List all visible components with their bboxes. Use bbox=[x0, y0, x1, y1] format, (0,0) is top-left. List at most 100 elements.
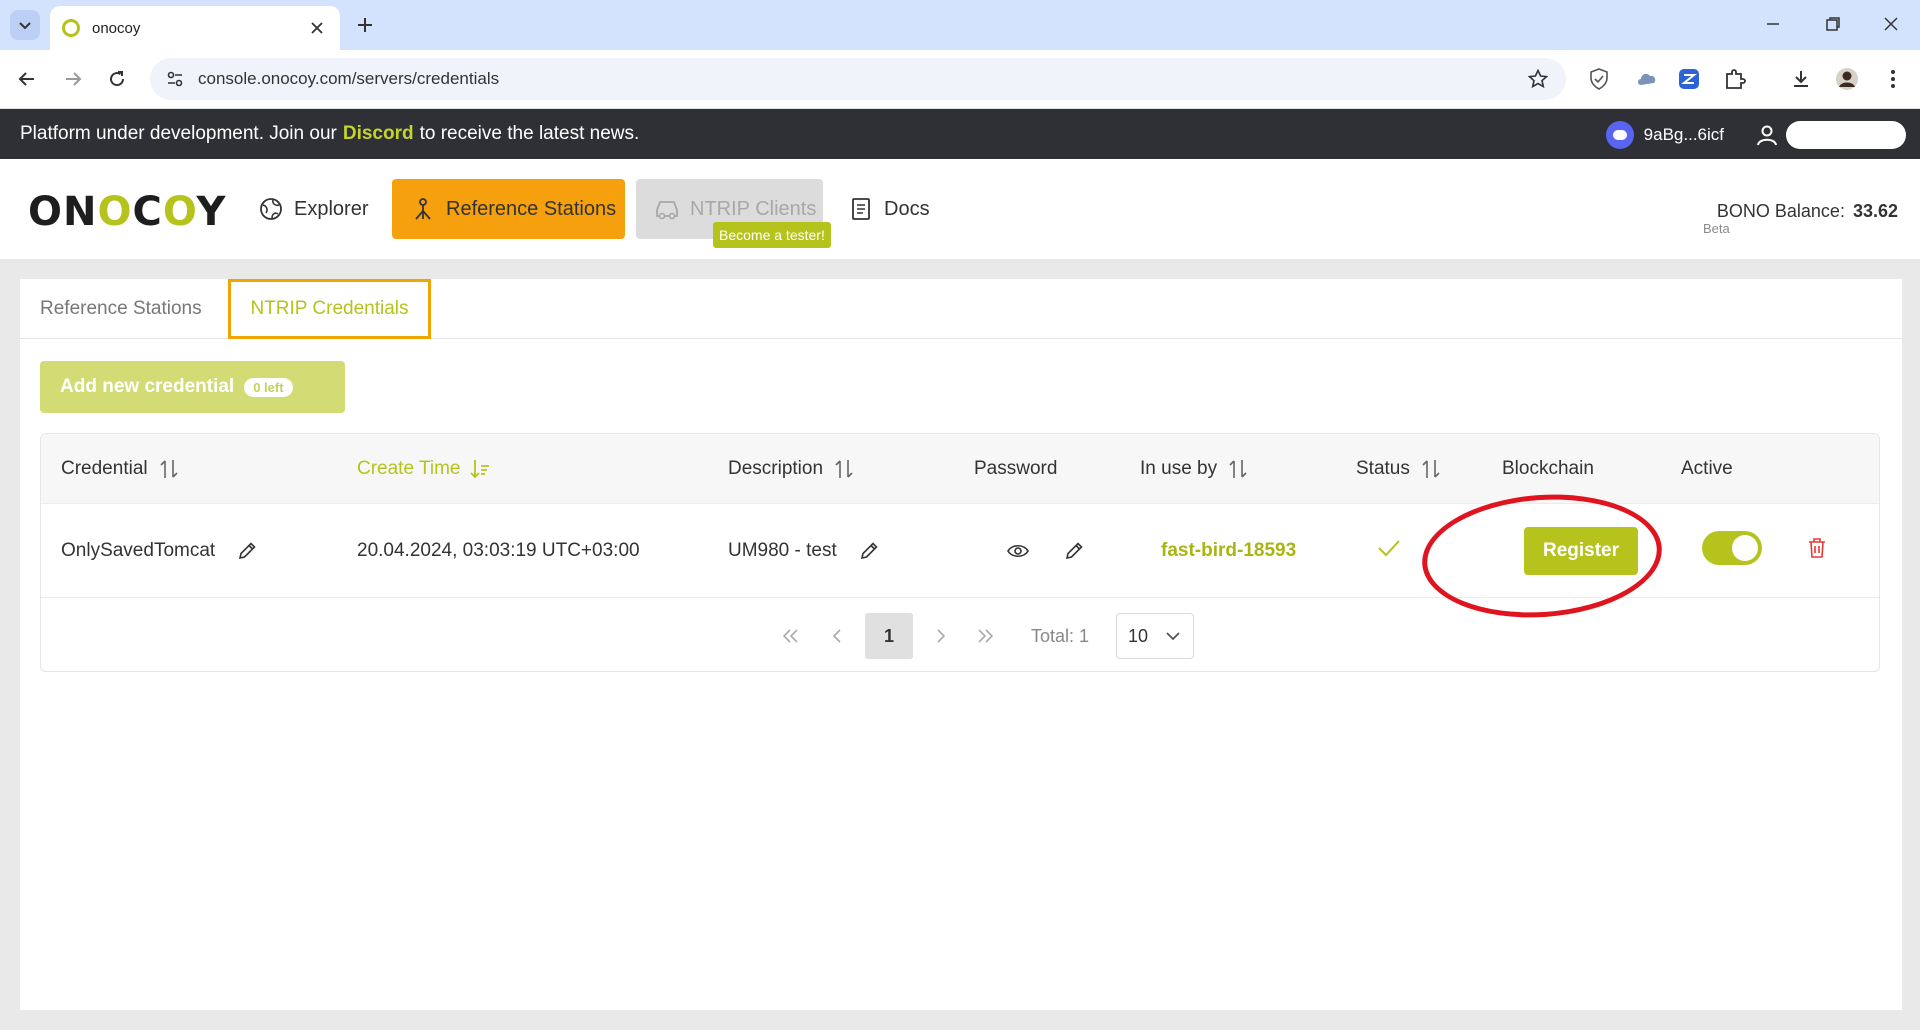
onocoy-logo[interactable]: ONOCOY bbox=[28, 189, 226, 235]
page-size-select[interactable]: 10 bbox=[1116, 613, 1194, 659]
user-menu[interactable] bbox=[1754, 121, 1906, 149]
browser-tabstrip: onocoy bbox=[0, 0, 1920, 50]
table-header: Credential Create Time Description Passw… bbox=[41, 434, 1879, 504]
nav-docs-label: Docs bbox=[884, 197, 930, 220]
main-card: Reference Stations NTRIP Credentials Add… bbox=[20, 279, 1902, 1010]
minimize-icon[interactable] bbox=[1750, 8, 1796, 40]
description-text: UM980 - test bbox=[728, 540, 837, 561]
kebab-menu-icon[interactable] bbox=[1876, 62, 1910, 96]
page-size-value: 10 bbox=[1128, 625, 1149, 646]
chevron-down-icon bbox=[1165, 628, 1181, 649]
description-cell: UM980 - test bbox=[728, 504, 883, 598]
chevron-down-icon bbox=[19, 22, 31, 30]
column-in-use-by[interactable]: In use by bbox=[1140, 434, 1249, 504]
subtab-ntrip-credentials[interactable]: NTRIP Credentials bbox=[228, 279, 431, 339]
nav-explorer-label: Explorer bbox=[294, 197, 369, 220]
reload-icon[interactable] bbox=[100, 62, 134, 96]
announcement-prefix: Platform under development. Join our bbox=[20, 123, 337, 144]
bono-balance: BONO Balance: 33.62 bbox=[1717, 201, 1898, 222]
add-new-credential-label: Add new credential bbox=[60, 376, 235, 397]
nav-reference-stations[interactable]: Reference Stations bbox=[392, 179, 625, 239]
show-password-eye-icon[interactable] bbox=[1004, 537, 1032, 565]
url-text: console.onocoy.com/servers/credentials bbox=[198, 69, 500, 88]
column-password: Password bbox=[974, 458, 1058, 479]
credentials-table: Credential Create Time Description Passw… bbox=[40, 433, 1880, 672]
back-arrow-icon[interactable] bbox=[10, 62, 44, 96]
column-description[interactable]: Description bbox=[728, 434, 855, 504]
profile-avatar-icon[interactable] bbox=[1830, 62, 1864, 96]
new-tab-plus-icon[interactable] bbox=[350, 10, 380, 40]
restore-icon[interactable] bbox=[1810, 8, 1856, 40]
active-toggle[interactable] bbox=[1702, 531, 1762, 565]
status-check-icon bbox=[1377, 538, 1401, 564]
total-count: Total: 1 bbox=[1031, 625, 1090, 646]
sort-icon[interactable] bbox=[1227, 458, 1249, 480]
sort-icon[interactable] bbox=[833, 458, 855, 480]
cloud-extension-icon[interactable] bbox=[1630, 62, 1664, 96]
column-create-time[interactable]: Create Time bbox=[357, 434, 492, 504]
car-icon bbox=[654, 196, 680, 222]
download-icon[interactable] bbox=[1784, 62, 1818, 96]
document-icon bbox=[848, 196, 874, 222]
table-row: OnlySavedTomcat 20.04.2024, 03:03:19 UTC… bbox=[41, 504, 1879, 598]
zoom-extension-icon[interactable] bbox=[1672, 62, 1706, 96]
announcement-suffix: to receive the latest news. bbox=[419, 123, 640, 144]
edit-credential-pencil-icon[interactable] bbox=[233, 537, 261, 565]
wallet-address-text: 9aBg...6icf bbox=[1643, 125, 1724, 144]
browser-tab-title: onocoy bbox=[92, 19, 141, 37]
edit-description-pencil-icon[interactable] bbox=[855, 537, 883, 565]
nav-docs[interactable]: Docs bbox=[848, 179, 930, 239]
browser-tab-active[interactable]: onocoy bbox=[50, 6, 340, 50]
sort-icon[interactable] bbox=[1420, 458, 1442, 480]
site-info-icon[interactable] bbox=[164, 68, 186, 90]
forward-arrow-icon[interactable] bbox=[56, 62, 90, 96]
globe-icon bbox=[258, 196, 284, 222]
shield-extension-icon[interactable] bbox=[1582, 62, 1616, 96]
column-status[interactable]: Status bbox=[1356, 434, 1442, 504]
subtab-reference-stations[interactable]: Reference Stations bbox=[22, 279, 220, 339]
first-page-icon[interactable] bbox=[771, 613, 811, 659]
announcement-bar: Platform under development. Join our Dis… bbox=[0, 109, 1920, 159]
sort-descending-icon[interactable] bbox=[470, 458, 492, 480]
puzzle-extensions-icon[interactable] bbox=[1718, 62, 1752, 96]
bono-balance-label: BONO Balance: bbox=[1716, 201, 1845, 221]
column-blockchain: Blockchain bbox=[1502, 458, 1594, 479]
discord-link[interactable]: Discord bbox=[343, 123, 414, 145]
status-cell bbox=[1377, 504, 1401, 598]
browser-toolbar: console.onocoy.com/servers/credentials bbox=[0, 50, 1920, 109]
password-cell bbox=[1004, 504, 1088, 598]
wallet-address[interactable]: 9aBg...6icf bbox=[1605, 121, 1724, 149]
nav-reference-stations-label: Reference Stations bbox=[446, 197, 617, 220]
create-time-cell: 20.04.2024, 03:03:19 UTC+03:00 bbox=[357, 540, 640, 561]
bookmark-star-icon[interactable] bbox=[1526, 67, 1550, 91]
app-header: ONOCOY Explorer Reference Stations NTRIP… bbox=[0, 159, 1920, 259]
column-active: Active bbox=[1681, 458, 1733, 479]
become-tester-badge[interactable]: Become a tester! bbox=[713, 222, 831, 248]
register-blockchain-button[interactable]: Register bbox=[1524, 527, 1638, 575]
nav-ntrip-clients-label: NTRIP Clients bbox=[690, 197, 817, 220]
tab-search-button[interactable] bbox=[10, 10, 40, 40]
page-button-current[interactable]: 1 bbox=[865, 613, 913, 659]
address-bar[interactable]: console.onocoy.com/servers/credentials bbox=[150, 58, 1566, 100]
sort-icon[interactable] bbox=[158, 458, 180, 480]
nav-explorer[interactable]: Explorer bbox=[258, 179, 368, 239]
bono-balance-value: 33.62 bbox=[1852, 201, 1898, 221]
add-new-credential-button[interactable]: Add new credential 0 left bbox=[40, 361, 345, 413]
onocoy-favicon-icon bbox=[62, 19, 80, 37]
beta-label: Beta bbox=[1703, 221, 1730, 236]
edit-password-pencil-icon[interactable] bbox=[1060, 537, 1088, 565]
last-page-icon[interactable] bbox=[965, 613, 1005, 659]
antenna-tripod-icon bbox=[410, 196, 436, 222]
wallet-icon bbox=[1605, 121, 1634, 149]
toggle-knob bbox=[1732, 535, 1758, 561]
tab-close-icon[interactable] bbox=[306, 17, 328, 39]
window-close-icon[interactable] bbox=[1868, 8, 1914, 40]
previous-page-icon[interactable] bbox=[819, 613, 855, 659]
subtabs-bar: Reference Stations NTRIP Credentials bbox=[20, 279, 1902, 339]
redacted-username bbox=[1786, 121, 1906, 149]
column-credential[interactable]: Credential bbox=[61, 434, 180, 504]
credential-name: OnlySavedTomcat bbox=[61, 540, 216, 561]
in-use-by-link[interactable]: fast-bird-18593 bbox=[1161, 504, 1296, 598]
delete-trash-icon[interactable] bbox=[1807, 537, 1827, 564]
next-page-icon[interactable] bbox=[923, 613, 959, 659]
